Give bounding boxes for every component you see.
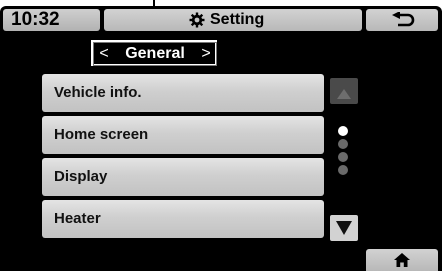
next-category-button[interactable]: >	[197, 43, 215, 65]
menu-item-label: Heater	[54, 210, 101, 227]
page-indicator-dot	[338, 126, 348, 136]
menu-item-label: Display	[54, 168, 108, 185]
category-selector: < General >	[87, 36, 221, 70]
scroll-up-button[interactable]	[330, 78, 358, 104]
menu-item-display[interactable]: Display	[42, 158, 324, 196]
back-arrow-icon	[390, 11, 416, 28]
home-icon	[394, 253, 410, 267]
menu-item-label: Home screen	[54, 126, 149, 143]
page-indicator-dot	[338, 139, 348, 149]
triangle-down-icon	[336, 221, 352, 235]
menu-item-heater[interactable]: Heater	[42, 200, 324, 238]
home-button[interactable]	[366, 249, 438, 271]
menu-item-vehicle-info[interactable]: Vehicle info.	[42, 74, 324, 112]
gear-icon	[189, 12, 205, 28]
page-title-bar: Setting	[104, 9, 362, 31]
scroll-down-button[interactable]	[330, 215, 358, 241]
back-button[interactable]	[366, 9, 438, 31]
time-text: 10:32	[11, 9, 60, 30]
clock: 10:32	[3, 9, 100, 31]
menu-item-label: Vehicle info.	[54, 84, 142, 101]
page-indicator-dot	[338, 165, 348, 175]
menu-item-home-screen[interactable]: Home screen	[42, 116, 324, 154]
status-bar: 10:32 Setting	[0, 6, 442, 34]
setting-screen: 10:32 Setting < General > Vehicle info. …	[0, 6, 442, 271]
category-frame: < General >	[93, 42, 217, 66]
page-title: Setting	[210, 11, 265, 28]
prev-category-button[interactable]: <	[95, 43, 113, 65]
page-indicator-dot	[338, 152, 348, 162]
triangle-up-icon	[337, 86, 351, 99]
category-label: General	[125, 45, 185, 62]
